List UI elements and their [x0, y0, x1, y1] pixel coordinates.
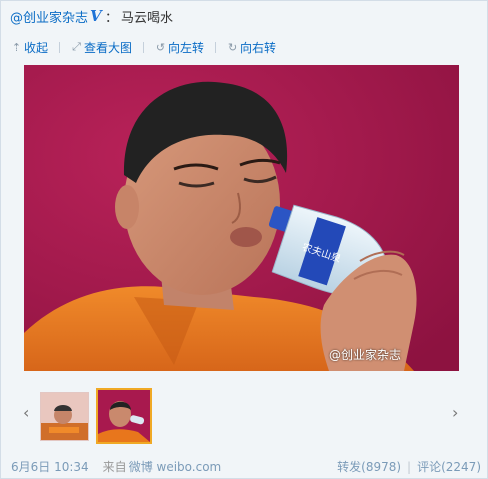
- thumbnail-1[interactable]: [40, 392, 89, 441]
- author-link[interactable]: @创业家杂志: [10, 7, 88, 26]
- post-header: @创业家杂志 V ： 马云喝水: [10, 7, 174, 26]
- photo-illustration: 农夫山泉: [24, 65, 459, 371]
- verified-badge-icon[interactable]: V: [90, 8, 105, 24]
- rotate-right-label: 向右转: [240, 40, 277, 55]
- toolbar-divider: [143, 41, 145, 53]
- toolbar-divider: [215, 41, 217, 53]
- rotate-left-label: 向左转: [168, 40, 205, 55]
- repost-link[interactable]: 转发(8978): [337, 458, 401, 475]
- photo-watermark: @创业家杂志: [328, 348, 401, 362]
- thumbnail-2-selected[interactable]: [96, 388, 152, 444]
- source-prefix: 来自: [102, 459, 127, 474]
- source-link[interactable]: 微博 weibo.com: [129, 458, 222, 475]
- post-timestamp[interactable]: 6月6日 10:34: [11, 458, 89, 475]
- weibo-media-card: @创业家杂志 V ： 马云喝水 ⇡ 收起 ⤢ 查看大图 ↺ 向左转 ↻ 向右转: [0, 0, 488, 479]
- image-toolbar: ⇡ 收起 ⤢ 查看大图 ↺ 向左转 ↻ 向右转: [11, 38, 276, 56]
- rotate-left-icon: ↺: [155, 40, 166, 54]
- post-stats: 转发(8978) | 评论(2247): [337, 458, 481, 475]
- thumbnail-2-image: [98, 390, 150, 442]
- carousel-prev-button[interactable]: ‹: [23, 403, 29, 422]
- rotate-right-button[interactable]: ↻ 向右转: [227, 39, 276, 56]
- thumbnail-1-image: [41, 393, 88, 440]
- carousel-next-button[interactable]: ›: [452, 403, 458, 422]
- collapse-arrow-icon: ⇡: [11, 40, 22, 54]
- view-large-label: 查看大图: [84, 40, 133, 55]
- stats-divider: |: [407, 459, 412, 474]
- enlarge-icon: ⤢: [72, 40, 81, 53]
- collapse-label: 收起: [24, 40, 49, 55]
- collapse-button[interactable]: ⇡ 收起: [11, 39, 48, 56]
- comment-link[interactable]: 评论(2247): [417, 458, 481, 475]
- toolbar-divider: [59, 41, 61, 53]
- view-large-button[interactable]: ⤢ 查看大图: [71, 39, 132, 56]
- main-photo[interactable]: 农夫山泉 @创业家杂志: [24, 65, 459, 371]
- header-colon: ：: [105, 10, 119, 26]
- post-text: 马云喝水: [121, 10, 174, 26]
- post-footer: 6月6日 10:34 来自 微博 weibo.com 转发(8978) | 评论…: [11, 458, 481, 475]
- rotate-left-button[interactable]: ↺ 向左转: [155, 39, 204, 56]
- rotate-right-icon: ↻: [227, 40, 238, 54]
